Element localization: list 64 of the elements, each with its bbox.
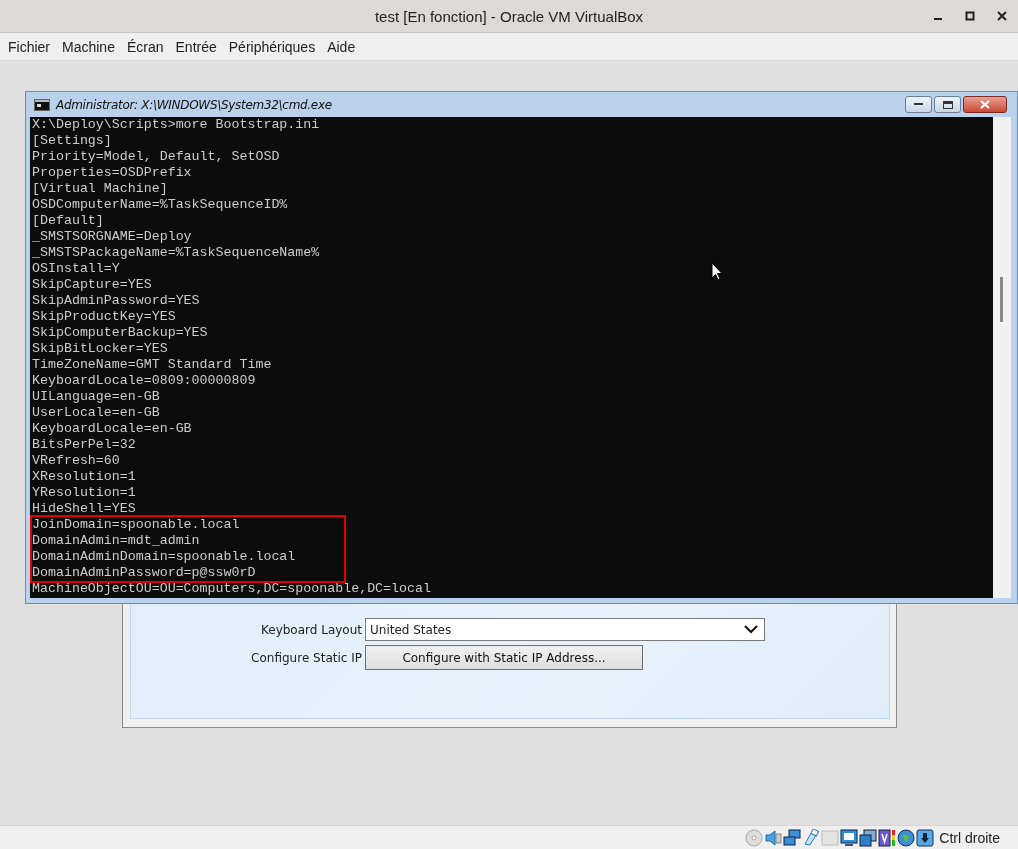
window-title: test [En fonction] - Oracle VM VirtualBox	[374, 7, 644, 25]
close-icon[interactable]	[996, 10, 1008, 22]
maximize-icon[interactable]	[964, 10, 976, 22]
chevron-down-icon	[744, 625, 758, 634]
menu-item[interactable]: Fichier	[4, 38, 54, 55]
screens-icon[interactable]	[859, 828, 878, 847]
console-line: SkipBitLocker=YES	[32, 341, 168, 357]
console-line: DomainAdmin=mdt_admin	[32, 533, 200, 549]
minimize-button[interactable]	[905, 96, 932, 113]
console-line: TimeZoneName=GMT Standard Time	[32, 357, 272, 373]
console-line: KeyboardLocale=en-GB	[32, 421, 192, 437]
console-line: OSInstall=Y	[32, 261, 120, 277]
console-line: SkipProductKey=YES	[32, 309, 176, 325]
console-line: Properties=OSDPrefix	[32, 165, 192, 181]
cursor-icon	[711, 262, 723, 281]
console-line: MachineObjectOU=OU=Computers,DC=spoonable,DC=local	[32, 581, 431, 597]
minimize-icon	[914, 103, 923, 106]
console-line: SkipComputerBackup=YES	[32, 325, 208, 341]
field-label: Configure Static IP	[250, 650, 362, 665]
console-line: [Virtual Machine]	[32, 181, 168, 197]
console-line: YResolution=1	[32, 485, 136, 501]
field-label: Keyboard Layout	[260, 622, 362, 637]
menu-item[interactable]: Aide	[323, 38, 360, 55]
keyboard-layout-dropdown[interactable]: United States	[365, 618, 765, 641]
scrollbar[interactable]	[993, 117, 1011, 598]
display-icon[interactable]	[840, 828, 859, 847]
restore-icon	[942, 100, 953, 109]
console-line: SkipCapture=YES	[32, 277, 152, 293]
console-line: X:\Deploy\Scripts>more Bootstrap.ini	[32, 117, 320, 133]
globe-icon[interactable]	[897, 828, 916, 847]
console-line: BitsPerPel=32	[32, 437, 136, 453]
speaker-icon[interactable]	[764, 828, 783, 847]
close-button[interactable]	[963, 96, 1007, 113]
host-key-label: Ctrl droite	[939, 829, 1000, 846]
cpu-meter-icon[interactable]	[878, 828, 897, 847]
console-line: JoinDomain=spoonable.local	[32, 517, 240, 533]
restore-button[interactable]	[934, 96, 961, 113]
console-line: OSDComputerName=%TaskSequenceID%	[32, 197, 288, 213]
close-icon	[980, 100, 990, 109]
console-line: UILanguage=en-GB	[32, 389, 160, 405]
console-line: DomainAdminPassword=p@ssw0rD	[32, 565, 256, 581]
console-icon	[34, 98, 50, 111]
console-line: XResolution=1	[32, 469, 136, 485]
network-icon[interactable]	[783, 828, 802, 847]
console-line: [Settings]	[32, 133, 112, 149]
console-line: SkipAdminPassword=YES	[32, 293, 200, 309]
scrollbar-thumb[interactable]	[1000, 277, 1003, 322]
console-line: DomainAdminDomain=spoonable.local	[32, 549, 296, 565]
download-icon[interactable]	[916, 828, 935, 847]
menu-item[interactable]: Écran	[122, 38, 168, 55]
menu-item[interactable]: Entrée	[171, 38, 221, 55]
console-line: VRefresh=60	[32, 453, 120, 469]
static-ip-button[interactable]: Configure with Static IP Address...	[365, 645, 643, 670]
console-line: _SMSTSORGNAME=Deploy	[32, 229, 192, 245]
console-line: UserLocale=en-GB	[32, 405, 160, 421]
console-line: HideShell=YES	[32, 501, 136, 517]
console-line: Priority=Model, Default, SetOSD	[32, 149, 280, 165]
console-line: _SMSTSPackageName=%TaskSequenceName%	[32, 245, 320, 261]
menu-item[interactable]: Périphériques	[224, 38, 320, 55]
console-line: [Default]	[32, 213, 104, 229]
console-title: Administrator: X:\WINDOWS\System32\cmd.exe	[56, 97, 332, 112]
menu-item[interactable]: Machine	[58, 38, 119, 55]
usb-icon[interactable]	[802, 828, 821, 847]
console-line: KeyboardLocale=0809:00000809	[32, 373, 256, 389]
